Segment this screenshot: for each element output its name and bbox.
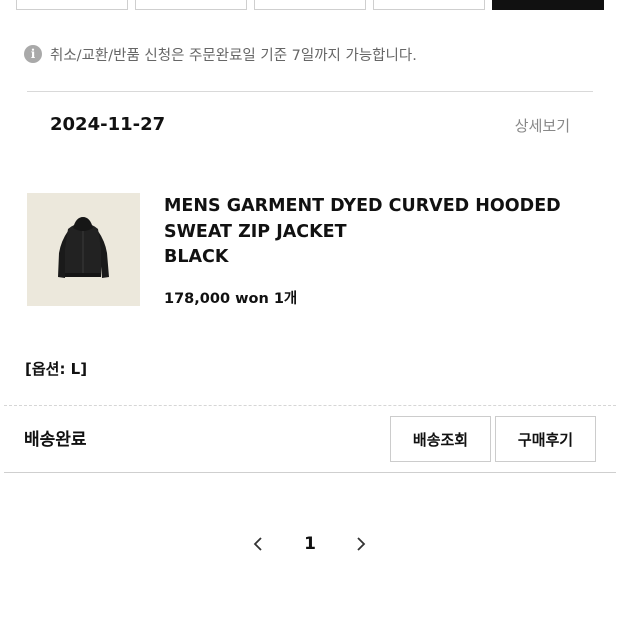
chevron-left-icon[interactable] [247, 533, 269, 555]
black-hooded-zip-jacket-photo [58, 217, 109, 278]
pagination: 1 [0, 533, 620, 555]
notice-text: 취소/교환/반품 신청은 주문완료일 기준 7일까지 가능합니다. [50, 47, 417, 64]
top-button-2[interactable] [135, 0, 247, 10]
top-button-1[interactable] [16, 0, 128, 10]
write-review-button[interactable]: 구매후기 [495, 416, 596, 462]
top-button-4[interactable] [373, 0, 485, 10]
chevron-right-icon[interactable] [350, 533, 372, 555]
top-button-5[interactable] [492, 0, 604, 10]
price-quantity: 178,000 won 1개 [164, 291, 298, 307]
product-option: [옵션: L] [25, 360, 88, 378]
product-thumbnail[interactable] [27, 193, 140, 306]
page-number-current[interactable]: 1 [300, 533, 320, 555]
info-icon: i [24, 45, 42, 63]
top-button-3[interactable] [254, 0, 366, 10]
product-name-line: MENS GARMENT DYED CURVED HOODED [164, 196, 561, 216]
delivery-status: 배송완료 [24, 430, 87, 450]
product-name-line: SWEAT ZIP JACKET [164, 221, 347, 242]
cancellation-notice: i 취소/교환/반품 신청은 주문완료일 기준 7일까지 가능합니다. [24, 44, 417, 64]
order-date: 2024-11-27 [50, 114, 166, 135]
product-name[interactable]: MENS GARMENT DYED CURVED HOODED SWEAT ZI… [164, 194, 564, 271]
track-delivery-button[interactable]: 배송조회 [390, 416, 491, 462]
divider [27, 91, 593, 92]
dashed-divider [4, 405, 616, 406]
divider [4, 472, 616, 473]
order-detail-link[interactable]: 상세보기 [515, 115, 570, 136]
product-color: BLACK [164, 247, 229, 267]
